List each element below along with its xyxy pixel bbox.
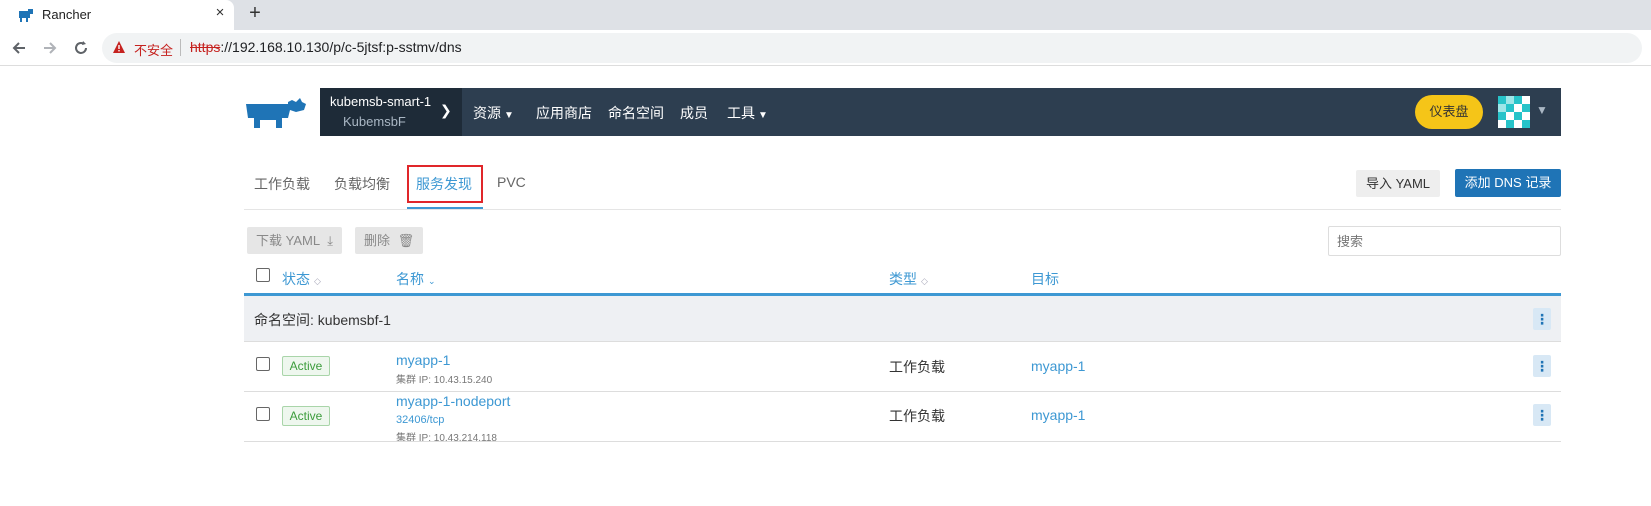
column-header-name[interactable]: 名称 ⌄ <box>396 269 436 289</box>
menu-namespaces[interactable]: 命名空间 <box>608 103 664 123</box>
cluster-switcher[interactable]: kubemsb-smart-1 KubemsbF ❯ <box>320 88 462 136</box>
chevron-down-icon: ▼ <box>758 110 768 121</box>
record-name-link[interactable]: myapp-1-nodeport <box>396 393 510 409</box>
menu-label: 工具 <box>727 105 755 121</box>
insecure-label: 不安全 <box>134 43 174 58</box>
port-link[interactable]: 32406/tcp <box>396 414 444 426</box>
new-tab-icon[interactable]: + <box>245 2 265 25</box>
rancher-favicon-icon <box>19 9 33 22</box>
column-label: 目标 <box>1031 271 1059 287</box>
namespace-group-row: 命名空间: kubemsbf-1 ⋮ <box>244 296 1561 342</box>
browser-tabstrip: Rancher × + <box>0 0 1651 30</box>
project-name: KubemsbF <box>343 114 406 129</box>
search-input[interactable] <box>1328 226 1561 256</box>
target-link[interactable]: myapp-1 <box>1031 358 1085 374</box>
download-yaml-button[interactable]: 下载 YAML ⤓ <box>247 227 342 254</box>
row-divider <box>244 441 1561 442</box>
row-divider <box>244 391 1561 392</box>
row-checkbox[interactable] <box>256 407 270 421</box>
column-label: 状态 <box>282 271 310 287</box>
url-path: ://192.168.10.130/p/c-5jtsf:p-sstmv/dns <box>220 39 462 55</box>
select-all-checkbox[interactable] <box>256 268 270 282</box>
record-type: 工作负载 <box>889 408 945 424</box>
menu-catalog[interactable]: 应用商店 <box>536 103 592 123</box>
row-actions-icon[interactable]: ⋮ <box>1533 404 1551 426</box>
chevron-down-icon: ▼ <box>504 110 514 121</box>
close-tab-icon[interactable]: × <box>211 4 229 21</box>
record-type: 工作负载 <box>889 359 945 375</box>
group-actions-icon[interactable]: ⋮ <box>1533 308 1551 330</box>
column-label: 名称 <box>396 271 424 287</box>
cluster-name: kubemsb-smart-1 <box>330 94 432 109</box>
highlight-box <box>407 165 483 203</box>
status-badge: Active <box>282 356 330 376</box>
dashboard-button[interactable]: 仪表盘 <box>1415 95 1483 129</box>
menu-members[interactable]: 成员 <box>680 103 708 123</box>
add-dns-record-button[interactable]: 添加 DNS 记录 <box>1455 169 1561 197</box>
divider <box>244 209 1561 210</box>
menu-resources[interactable]: 资源 ▼ <box>473 103 514 123</box>
menu-tools[interactable]: 工具 ▼ <box>727 103 768 123</box>
rancher-logo-icon[interactable] <box>244 96 308 128</box>
browser-toolbar: 不安全 https://192.168.10.130/p/c-5jtsf:p-s… <box>0 30 1651 66</box>
reload-icon[interactable] <box>72 39 90 57</box>
forward-icon[interactable] <box>41 39 59 57</box>
column-header-state[interactable]: 状态 ◇ <box>282 269 321 289</box>
trash-icon: 🗑 <box>397 233 415 248</box>
record-name-link[interactable]: myapp-1 <box>396 352 450 368</box>
app-header: kubemsb-smart-1 KubemsbF ❯ 资源 ▼ 应用商店 命名空间… <box>320 88 1561 136</box>
url-text: https://192.168.10.130/p/c-5jtsf:p-sstmv… <box>190 39 462 55</box>
tab-pvc[interactable]: PVC <box>497 174 526 190</box>
tab-workloads[interactable]: 工作负载 <box>254 174 310 194</box>
warning-icon <box>113 41 125 53</box>
url-scheme: https <box>190 39 221 55</box>
chevron-down-icon: ❯ <box>440 102 452 118</box>
column-header-type[interactable]: 类型 ◇ <box>889 269 928 289</box>
delete-button[interactable]: 删除 🗑 <box>355 227 424 254</box>
download-icon: ⤓ <box>327 233 333 248</box>
row-actions-icon[interactable]: ⋮ <box>1533 355 1551 377</box>
namespace-group-label: 命名空间: kubemsbf-1 <box>254 312 391 328</box>
target-link[interactable]: myapp-1 <box>1031 407 1085 423</box>
sort-icon: ◇ <box>921 276 928 286</box>
chevron-down-icon[interactable]: ▼ <box>1536 103 1548 117</box>
menu-label: 资源 <box>473 105 501 121</box>
cluster-ip: 集群 IP: 10.43.15.240 <box>396 375 493 386</box>
row-checkbox[interactable] <box>256 357 270 371</box>
import-yaml-button[interactable]: 导入 YAML <box>1356 170 1440 197</box>
back-icon[interactable] <box>10 39 28 57</box>
status-badge: Active <box>282 406 330 426</box>
column-header-target[interactable]: 目标 <box>1031 269 1059 289</box>
browser-tab[interactable]: Rancher × <box>0 0 234 30</box>
sort-icon: ⌄ <box>428 276 436 286</box>
tab-load-balancing[interactable]: 负载均衡 <box>334 174 390 194</box>
divider <box>180 39 181 56</box>
avatar[interactable] <box>1498 96 1530 128</box>
download-yaml-label: 下载 YAML <box>256 233 320 248</box>
column-label: 类型 <box>889 271 917 287</box>
address-bar[interactable]: 不安全 https://192.168.10.130/p/c-5jtsf:p-s… <box>102 33 1642 63</box>
sort-icon: ◇ <box>314 276 321 286</box>
delete-label: 删除 <box>364 233 391 248</box>
tab-title: Rancher <box>42 7 92 22</box>
